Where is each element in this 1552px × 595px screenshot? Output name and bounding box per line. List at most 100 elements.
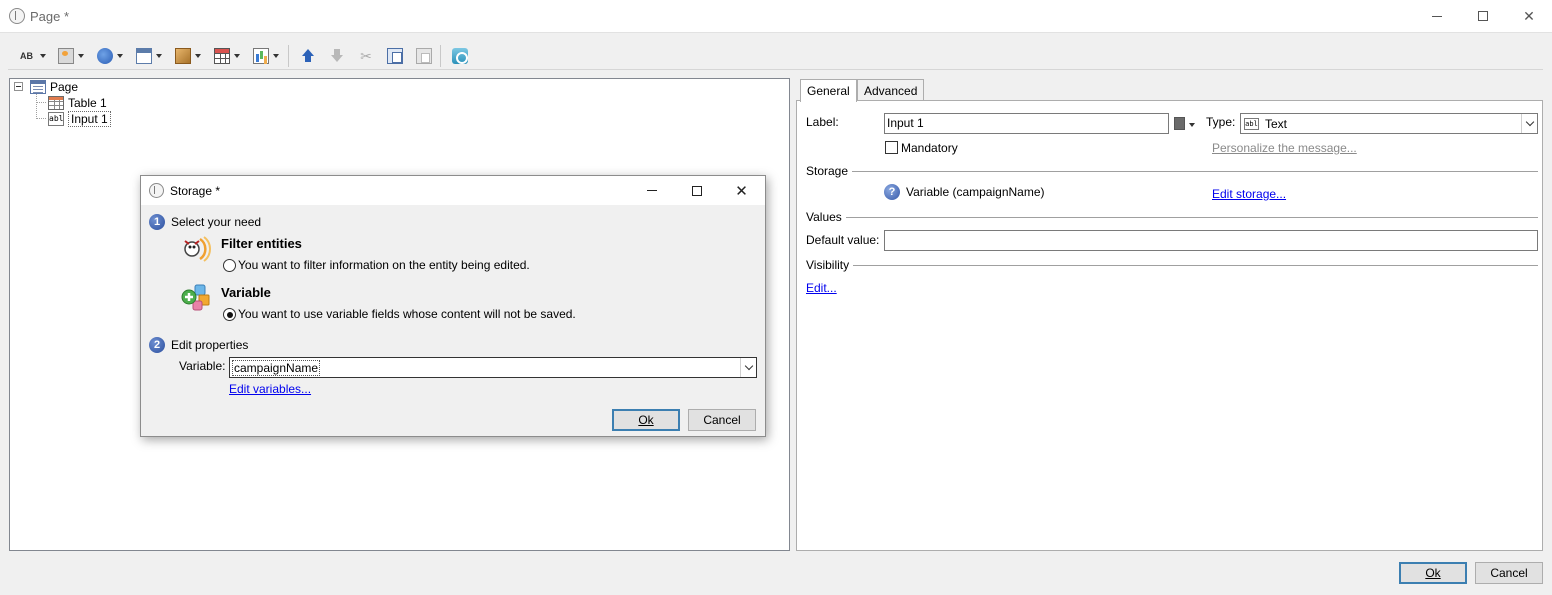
type-value: Text [1265, 116, 1288, 131]
tree-item-input[interactable]: abl Input 1 [48, 111, 111, 127]
toolbar: AB ✂ [8, 41, 1543, 70]
variable-icon [181, 284, 210, 311]
variable-title: Variable [221, 285, 271, 300]
tree-item-page[interactable]: Page [30, 79, 78, 95]
section-title: Storage [806, 164, 849, 178]
table-icon [48, 96, 64, 110]
text-type-icon: abl [1244, 117, 1259, 130]
storage-dialog: Storage * ✕ 1 Select your need Filter en… [140, 175, 766, 437]
tree-item-label: Input 1 [68, 111, 111, 127]
move-up-button[interactable] [300, 46, 316, 66]
maximize-button[interactable] [1460, 0, 1506, 32]
tree-item-table[interactable]: Table 1 [48, 95, 107, 111]
default-value-input[interactable] [884, 230, 1538, 251]
maximize-icon [1478, 11, 1488, 21]
dialog-ok-label: Ok [638, 413, 654, 427]
move-up-icon [300, 48, 316, 64]
variable-radio[interactable] [223, 308, 236, 321]
label-caption: Label: [806, 115, 839, 129]
edit-variables-link[interactable]: Edit variables... [229, 382, 311, 396]
toolbar-separator [288, 45, 289, 67]
table-icon [214, 48, 230, 64]
type-select[interactable]: abl Text [1240, 113, 1538, 134]
close-icon: ✕ [1523, 7, 1535, 24]
chart-icon [253, 48, 269, 64]
recycle-icon [452, 48, 468, 64]
translation-button[interactable] [1174, 115, 1198, 133]
step-1-label: Select your need [171, 215, 262, 229]
dialog-ok-button[interactable]: Ok [612, 409, 680, 431]
dialog-minimize-button[interactable] [629, 176, 674, 205]
dialog-close-button[interactable]: ✕ [719, 176, 764, 205]
section-title: Values [806, 210, 842, 224]
filter-entities-description: You want to filter information on the en… [238, 258, 530, 272]
minimize-button[interactable] [1414, 0, 1460, 32]
dropdown-arrow-icon [40, 54, 46, 58]
dropdown-arrow-icon [1189, 123, 1195, 127]
insert-table-button[interactable] [214, 46, 240, 66]
insert-container-button[interactable] [136, 46, 162, 66]
variable-select[interactable]: campaignName [229, 357, 757, 378]
minimize-icon [1432, 15, 1442, 17]
cancel-button[interactable]: Cancel [1475, 562, 1543, 584]
mandatory-checkbox[interactable] [885, 141, 898, 154]
section-divider [853, 264, 1538, 266]
collapse-toggle[interactable] [14, 82, 23, 91]
app-icon [9, 8, 25, 24]
section-divider [852, 170, 1538, 172]
insert-chart-button[interactable] [253, 46, 279, 66]
mandatory-label: Mandatory [901, 141, 958, 155]
dropdown-arrow-icon [234, 54, 240, 58]
delete-icon [1174, 117, 1185, 130]
tree-item-label: Table 1 [68, 96, 107, 110]
move-down-button[interactable] [329, 46, 345, 66]
filter-entities-radio[interactable] [223, 259, 236, 272]
values-section: Values [806, 210, 1538, 224]
dialog-maximize-button[interactable] [674, 176, 719, 205]
visibility-section: Visibility [806, 258, 1538, 272]
variable-description: You want to use variable fields whose co… [238, 307, 576, 321]
tab-advanced[interactable]: Advanced [857, 79, 925, 101]
ok-button[interactable]: Ok [1399, 562, 1467, 584]
minimize-icon [646, 190, 657, 191]
type-caption: Type: [1206, 115, 1236, 129]
move-down-icon [329, 48, 345, 64]
paste-icon [416, 48, 432, 64]
insert-static-button[interactable] [175, 46, 201, 66]
edit-storage-link[interactable]: Edit storage... [1212, 187, 1286, 201]
dropdown-arrow-icon [156, 54, 162, 58]
label-input[interactable]: Input 1 [884, 113, 1169, 134]
cut-icon: ✂ [360, 48, 372, 64]
paste-button[interactable] [416, 46, 432, 66]
step-2-label: Edit properties [171, 338, 249, 352]
insert-image-button[interactable] [58, 46, 84, 66]
type-dropdown-button[interactable] [1521, 114, 1537, 133]
chevron-down-icon [744, 361, 753, 371]
refresh-button[interactable] [452, 46, 468, 66]
section-title: Visibility [806, 258, 850, 272]
cut-button[interactable]: ✂ [358, 46, 374, 66]
window-icon [136, 48, 152, 64]
chevron-down-icon [1525, 117, 1534, 127]
input-field-icon: abl [48, 112, 64, 126]
visibility-edit-link[interactable]: Edit... [806, 281, 837, 295]
app-icon [149, 183, 164, 198]
close-button[interactable]: ✕ [1506, 0, 1552, 32]
dropdown-arrow-icon [195, 54, 201, 58]
variable-dropdown-button[interactable] [740, 358, 756, 377]
variable-value: campaignName [232, 359, 321, 376]
dropdown-arrow-icon [273, 54, 279, 58]
insert-link-button[interactable] [97, 46, 123, 66]
personalize-message-link[interactable]: Personalize the message... [1212, 141, 1357, 155]
toolbar-separator [440, 45, 441, 67]
copy-button[interactable] [387, 46, 403, 66]
tab-general[interactable]: General [800, 79, 857, 102]
insert-text-button[interactable]: AB [20, 46, 46, 66]
step-1-badge: 1 [149, 214, 165, 230]
ok-button-label: Ok [1425, 566, 1441, 580]
tree-connector [36, 93, 37, 119]
dialog-cancel-button[interactable]: Cancel [688, 409, 756, 431]
tree-connector [36, 102, 46, 103]
tree-connector [36, 118, 46, 119]
default-value-caption: Default value: [806, 233, 880, 247]
